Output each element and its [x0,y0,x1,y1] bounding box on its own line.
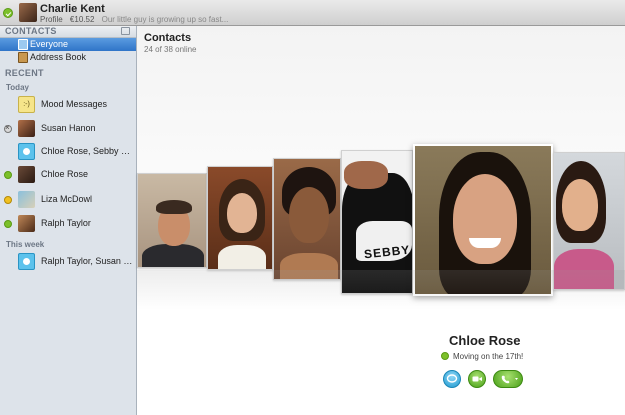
sidebar-item-label: Everyone [30,39,69,49]
recent-item-susan-hanon[interactable]: Susan Hanon [0,118,136,140]
recent-item-label: Mood Messages [41,99,108,109]
recent-item-ralph-susan[interactable]: Ralph Taylor, Susan Ha... [0,251,136,273]
recent-item-label: Susan Hanon [41,123,96,133]
everyone-icon [18,39,28,50]
contact-photo [289,187,329,243]
credit-balance[interactable]: €10.52 [70,15,94,24]
video-call-button[interactable] [468,370,486,388]
featured-mood-text: Moving on the 17th! [453,352,524,361]
recent-section-header: RECENT [5,68,44,78]
contacts-header-label: CONTACTS [5,26,57,36]
contact-card[interactable] [137,173,207,268]
online-count: 24 of 38 online [144,45,197,54]
sidebar-item-everyone[interactable]: Everyone [0,38,136,51]
group-chat-icon [18,253,35,270]
avatar [18,191,35,208]
card-reflection [137,270,625,310]
chat-button[interactable] [443,370,461,388]
this-week-header: This week [6,240,45,249]
contact-photo [156,200,192,214]
call-button[interactable] [493,370,523,388]
recent-item-label: Chloe Rose [41,169,89,179]
contact-photo [227,193,257,233]
profile-name[interactable]: Charlie Kent [40,3,105,15]
group-chat-icon [18,143,35,160]
video-camera-icon [472,376,482,382]
recent-item-chloe-sebby[interactable]: Chloe Rose, Sebby Sau... [0,141,136,163]
contact-photo [562,179,598,231]
recent-item-label: Ralph Taylor [41,218,91,228]
online-status-icon [441,352,449,360]
online-status-icon [4,220,12,228]
online-status-icon[interactable] [3,8,13,18]
recent-item-mood-messages[interactable]: :-) Mood Messages [0,94,136,116]
profile-link[interactable]: Profile [40,15,63,24]
contacts-view: Contacts 24 of 38 online SEBBY Chloe Ros… [137,26,625,415]
contact-photo [453,174,517,264]
online-status-icon [4,171,12,179]
sidebar: CONTACTS Everyone Address Book RECENT To… [0,26,137,415]
chat-bubble-icon [446,374,458,383]
contact-photo [142,244,204,267]
recent-item-label: Chloe Rose, Sebby Sau... [41,146,133,156]
contact-card[interactable] [273,158,341,280]
today-header: Today [6,83,29,92]
profile-subline: Profile €10.52 Our little guy is growing… [40,15,233,24]
recent-item-liza-mcdowl[interactable]: Liza McDowl [0,189,136,211]
mood-message[interactable]: Our little guy is growing up so fast... [102,15,229,24]
recent-item-ralph-taylor[interactable]: Ralph Taylor [0,213,136,235]
recent-item-label: Liza McDowl [41,194,93,204]
offline-status-icon [4,123,12,133]
address-book-icon [18,52,28,63]
page-title: Contacts [144,32,192,44]
contacts-section-header: CONTACTS [0,26,136,38]
recent-item-chloe-rose[interactable]: Chloe Rose [0,164,136,186]
add-group-icon[interactable] [121,27,130,35]
featured-contact-mood: Moving on the 17th! [441,352,523,361]
mood-messages-icon: :-) [18,96,35,113]
recent-item-label: Ralph Taylor, Susan Ha... [41,256,134,266]
avatar [18,215,35,232]
avatar [18,166,35,183]
contact-photo [344,161,388,189]
sidebar-item-label: Address Book [30,52,87,62]
avatar [18,120,35,137]
phone-icon [501,375,518,384]
contact-photo [218,245,266,269]
profile-avatar[interactable] [19,3,37,22]
featured-contact-name: Chloe Rose [449,333,521,348]
contact-card[interactable] [207,166,273,270]
profile-bar: Charlie Kent Profile €10.52 Our little g… [0,0,625,26]
sidebar-item-address-book[interactable]: Address Book [0,51,136,64]
contact-photo [469,238,501,248]
away-status-icon [4,196,12,204]
